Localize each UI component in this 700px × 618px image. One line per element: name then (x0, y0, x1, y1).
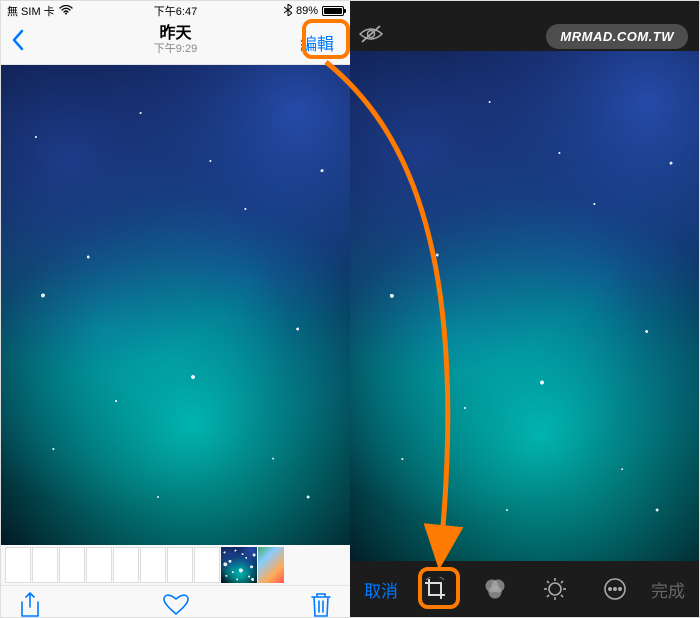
photo-editor-pane: 取消 完成 (350, 1, 699, 617)
carrier-label: 無 SIM 卡 (7, 3, 55, 19)
nav-bar: 昨天 下午9:29 編輯 (1, 21, 350, 65)
filters-tool-button[interactable] (482, 576, 508, 602)
editor-photo[interactable] (350, 51, 699, 561)
back-button[interactable] (11, 29, 25, 56)
favorite-button[interactable] (163, 593, 189, 617)
thumbnail-selected[interactable] (221, 547, 257, 583)
nav-subtitle: 下午9:29 (154, 43, 197, 55)
more-tool-button[interactable] (602, 576, 628, 602)
thumbnail-strip[interactable] (1, 545, 350, 585)
done-button[interactable]: 完成 (651, 577, 685, 602)
adjust-tool-button[interactable] (542, 576, 568, 602)
status-bar: 無 SIM 卡 下午6:47 89% (1, 1, 350, 21)
crop-tool-button[interactable] (422, 576, 448, 602)
thumbnail[interactable] (258, 547, 284, 583)
cancel-button[interactable]: 取消 (364, 577, 398, 602)
eye-off-icon[interactable] (358, 24, 384, 49)
thumbnail[interactable] (140, 547, 166, 583)
photo-toolbar (1, 585, 350, 617)
wifi-icon (59, 5, 73, 18)
edit-button[interactable]: 編輯 (294, 27, 340, 58)
battery-percent: 89% (296, 5, 318, 17)
delete-button[interactable] (310, 592, 332, 617)
status-time: 下午6:47 (154, 3, 197, 19)
photos-viewer-pane: 無 SIM 卡 下午6:47 89% 昨天 下午9:29 (1, 1, 350, 617)
editor-toolbar: 取消 完成 (350, 561, 699, 617)
bluetooth-icon (284, 4, 292, 19)
battery-icon (322, 6, 344, 16)
thumbnail[interactable] (167, 547, 193, 583)
thumbnail[interactable] (113, 547, 139, 583)
watermark: MRMAD.COM.TW (546, 24, 688, 49)
thumbnail[interactable] (86, 547, 112, 583)
thumbnail[interactable] (5, 547, 31, 583)
status-bar-dark (350, 1, 699, 21)
thumbnail[interactable] (59, 547, 85, 583)
nav-title: 昨天 (154, 25, 197, 43)
main-photo[interactable] (1, 65, 350, 545)
share-button[interactable] (19, 592, 41, 617)
thumbnail[interactable] (32, 547, 58, 583)
thumbnail[interactable] (194, 547, 220, 583)
